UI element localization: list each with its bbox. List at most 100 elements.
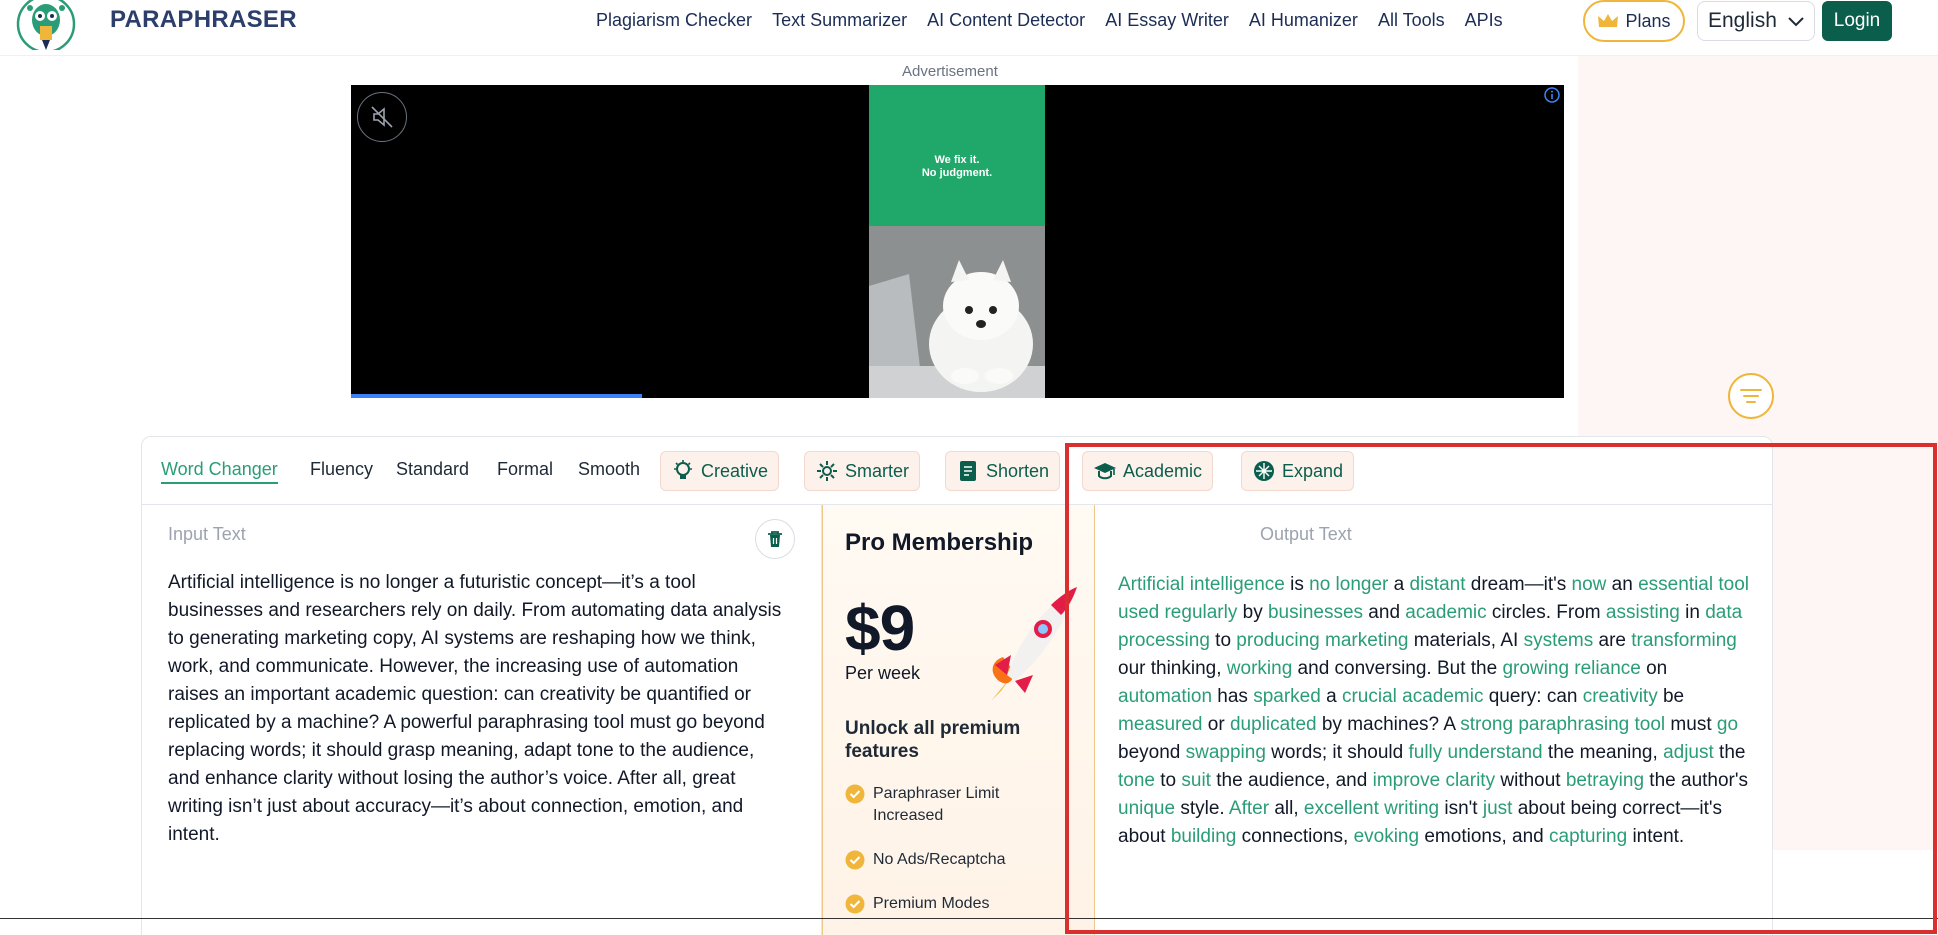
document-icon bbox=[960, 461, 976, 481]
changed-phrase[interactable]: go bbox=[1717, 714, 1738, 735]
tab-formal[interactable]: Formal bbox=[497, 459, 553, 480]
mute-button[interactable] bbox=[357, 92, 407, 142]
language-select[interactable]: English bbox=[1697, 1, 1815, 41]
changed-phrase[interactable]: duplicated bbox=[1230, 714, 1317, 735]
ad-headline-line2: No judgment. bbox=[921, 167, 993, 179]
pro-feature: Paraphraser Limit Increased bbox=[845, 783, 1045, 827]
output-segment: emotions, and bbox=[1419, 826, 1549, 847]
output-segment: be bbox=[1657, 686, 1685, 707]
changed-phrase[interactable]: unique bbox=[1118, 798, 1175, 819]
changed-phrase[interactable]: swapping bbox=[1186, 742, 1266, 763]
output-segment: isn't bbox=[1439, 798, 1483, 819]
changed-phrase[interactable]: building bbox=[1171, 826, 1237, 847]
output-segment: circles. From bbox=[1486, 602, 1606, 623]
clear-input-button[interactable] bbox=[755, 519, 795, 559]
changed-phrase[interactable]: transforming bbox=[1631, 630, 1737, 651]
pro-feature: Premium Modes bbox=[845, 893, 989, 915]
changed-phrase[interactable]: betraying bbox=[1566, 770, 1644, 791]
output-segment: and conversing. But the bbox=[1292, 658, 1503, 679]
nav-apis[interactable]: APIs bbox=[1465, 10, 1503, 31]
video-ad[interactable]: We fix it. No judgment. bbox=[351, 85, 1564, 398]
changed-phrase[interactable]: fully understand bbox=[1408, 742, 1542, 763]
output-segment: a bbox=[1320, 686, 1342, 707]
nav-text-summarizer[interactable]: Text Summarizer bbox=[772, 10, 907, 31]
output-segment: without bbox=[1495, 770, 1566, 791]
login-button[interactable]: Login bbox=[1822, 1, 1892, 41]
brand-name[interactable]: PARAPHRASER bbox=[110, 6, 297, 34]
lightbulb-icon bbox=[674, 460, 692, 479]
output-segment: on bbox=[1640, 658, 1668, 679]
changed-phrase[interactable]: sparked bbox=[1253, 686, 1321, 707]
nav-all-tools[interactable]: All Tools bbox=[1378, 10, 1445, 31]
output-segment: to bbox=[1154, 770, 1182, 791]
tab-smarter-label: Smarter bbox=[845, 460, 910, 481]
speaker-muted-icon bbox=[371, 106, 393, 128]
pro-price: $9 bbox=[845, 592, 915, 664]
changed-phrase[interactable]: systems bbox=[1524, 630, 1594, 651]
tab-creative[interactable]: Creative bbox=[660, 451, 780, 491]
changed-phrase[interactable]: assisting bbox=[1606, 602, 1680, 623]
changed-phrase[interactable]: producing marketing bbox=[1236, 630, 1408, 651]
changed-phrase[interactable]: capturing bbox=[1549, 826, 1627, 847]
nav-ai-essay-writer[interactable]: AI Essay Writer bbox=[1105, 10, 1229, 31]
output-segment: materials, AI bbox=[1408, 630, 1524, 651]
expand-globe-icon bbox=[1254, 461, 1274, 481]
changed-phrase[interactable]: growing reliance bbox=[1502, 658, 1640, 679]
tab-fluency[interactable]: Fluency bbox=[310, 459, 373, 480]
changed-phrase[interactable]: automation bbox=[1118, 686, 1212, 707]
changed-phrase[interactable]: crucial academic bbox=[1342, 686, 1484, 707]
output-segment: or bbox=[1202, 714, 1230, 735]
nav-plagiarism-checker[interactable]: Plagiarism Checker bbox=[596, 10, 752, 31]
input-title: Input Text bbox=[168, 524, 246, 544]
changed-phrase[interactable]: improve clarity bbox=[1373, 770, 1495, 791]
changed-phrase[interactable]: Artificial intelligence bbox=[1118, 574, 1285, 595]
changed-phrase[interactable]: just bbox=[1483, 798, 1513, 819]
changed-phrase[interactable]: academic bbox=[1405, 602, 1486, 623]
changed-phrase[interactable]: creativity bbox=[1583, 686, 1658, 707]
output-segment: an bbox=[1606, 574, 1639, 595]
output-text[interactable]: Artificial intelligence is no longer a d… bbox=[1118, 571, 1753, 851]
ad-progress-bar bbox=[351, 394, 643, 398]
tab-smarter[interactable]: Smarter bbox=[804, 451, 921, 491]
check-badge-icon bbox=[845, 784, 865, 804]
changed-phrase[interactable]: distant bbox=[1410, 574, 1466, 595]
ad-creative[interactable]: We fix it. No judgment. bbox=[869, 85, 1045, 398]
ad-info-icon[interactable] bbox=[1544, 87, 1560, 103]
tab-word-changer[interactable]: Word Changer bbox=[161, 459, 278, 484]
changed-phrase[interactable]: evoking bbox=[1354, 826, 1420, 847]
changed-phrase[interactable]: strong paraphrasing tool bbox=[1460, 714, 1665, 735]
main-nav: Plagiarism Checker Text Summarizer AI Co… bbox=[596, 10, 1503, 31]
language-value: English bbox=[1708, 9, 1777, 32]
check-badge-icon bbox=[845, 850, 865, 870]
changed-phrase[interactable]: suit bbox=[1181, 770, 1211, 791]
nav-ai-content-detector[interactable]: AI Content Detector bbox=[927, 10, 1085, 31]
changed-phrase[interactable]: adjust bbox=[1663, 742, 1714, 763]
logo-icon[interactable] bbox=[14, 0, 78, 50]
tab-standard[interactable]: Standard bbox=[396, 459, 469, 480]
tab-academic[interactable]: Academic bbox=[1082, 451, 1214, 491]
changed-phrase[interactable]: measured bbox=[1118, 714, 1203, 735]
tab-shorten[interactable]: Shorten bbox=[945, 451, 1061, 491]
tab-shorten-label: Shorten bbox=[986, 460, 1050, 481]
changed-phrase[interactable]: now bbox=[1572, 574, 1607, 595]
tab-smooth[interactable]: Smooth bbox=[578, 459, 640, 480]
changed-phrase[interactable]: no longer bbox=[1309, 574, 1388, 595]
pro-membership-promo[interactable]: Pro Membership $9 Per week Unlock all pr… bbox=[822, 505, 1095, 935]
output-segment: all, bbox=[1269, 798, 1304, 819]
trash-icon bbox=[768, 531, 782, 547]
plans-button[interactable]: Plans bbox=[1583, 0, 1685, 42]
output-segment: to bbox=[1209, 630, 1237, 651]
tab-expand[interactable]: Expand bbox=[1241, 451, 1355, 491]
input-textarea[interactable]: Artificial intelligence is no longer a f… bbox=[168, 569, 788, 849]
changed-phrase[interactable]: businesses bbox=[1268, 602, 1363, 623]
pro-title: Pro Membership bbox=[845, 529, 1034, 556]
changed-phrase[interactable]: After bbox=[1229, 798, 1269, 819]
output-segment: style. bbox=[1175, 798, 1229, 819]
changed-phrase[interactable]: tone bbox=[1118, 770, 1155, 791]
advertisement-label: Advertisement bbox=[902, 63, 998, 80]
nav-ai-humanizer[interactable]: AI Humanizer bbox=[1249, 10, 1358, 31]
pro-feature-label: Premium Modes bbox=[873, 895, 990, 912]
menu-fab-button[interactable] bbox=[1728, 373, 1774, 419]
changed-phrase[interactable]: working bbox=[1227, 658, 1292, 679]
changed-phrase[interactable]: excellent writing bbox=[1304, 798, 1439, 819]
